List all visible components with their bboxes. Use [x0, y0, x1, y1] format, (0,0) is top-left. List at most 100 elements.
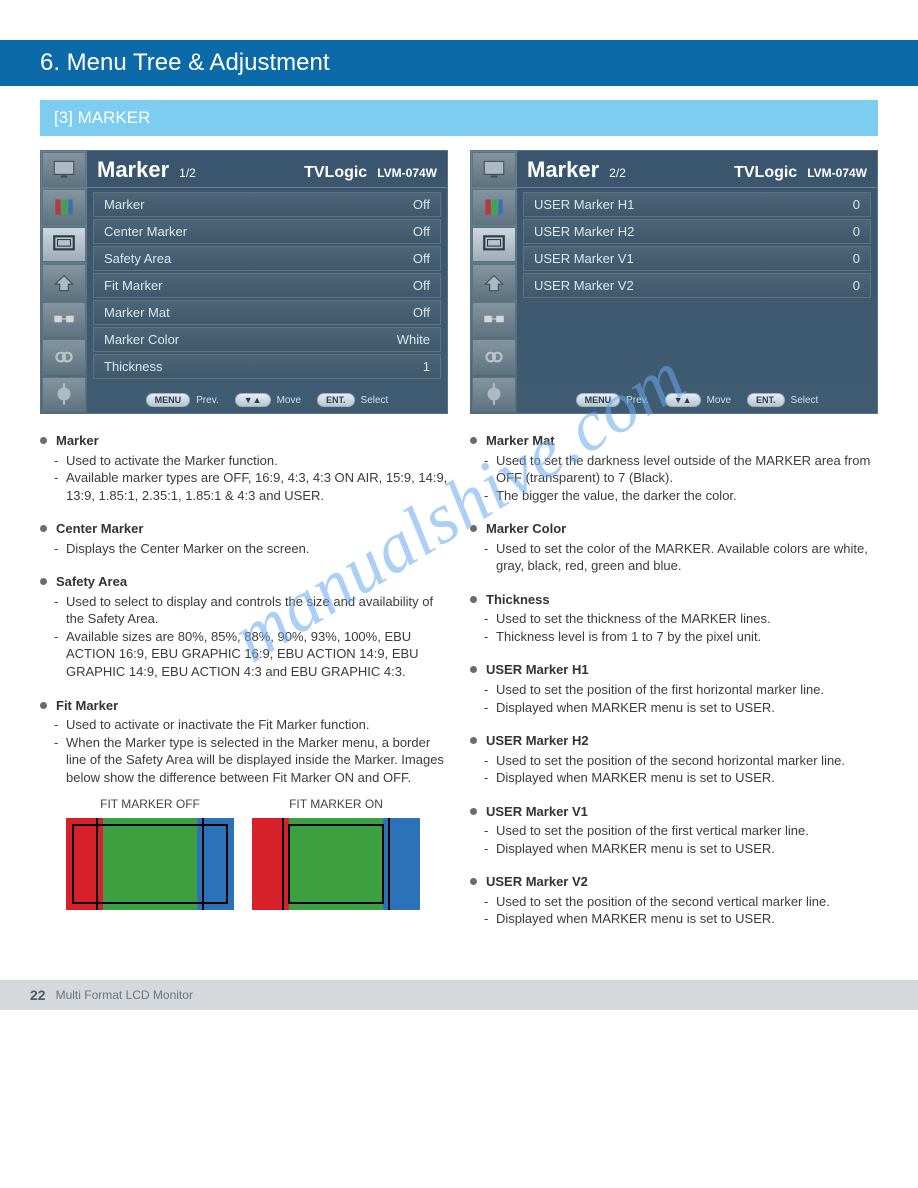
osd-row-label: USER Marker H2 [534, 224, 634, 239]
osd-page-indicator: 2/2 [609, 166, 626, 180]
osd-row-marker[interactable]: Marker Off [93, 192, 441, 217]
osd-row-value: Off [413, 251, 430, 266]
section-banner: 6. Menu Tree & Adjustment [0, 40, 918, 86]
osd-screenshot-marker-1: Marker 1/2 TVLogic LVM-074W Marker Off Ce… [40, 150, 448, 414]
osd-header: Marker 1/2 TVLogic LVM-074W [87, 151, 447, 188]
osd-title: Marker [97, 157, 169, 183]
marker-icon-active [472, 227, 516, 262]
item-title: Safety Area [56, 573, 448, 591]
link-icon [472, 339, 516, 374]
fit-off-label: FIT MARKER OFF [100, 796, 200, 812]
item-marker: Marker Used to activate the Marker funct… [40, 432, 448, 504]
osd-sidebar [471, 151, 517, 413]
osd-row-label: USER Marker V2 [534, 278, 634, 293]
gpi-icon [472, 264, 516, 299]
hint-select: ENT.Select [317, 393, 388, 407]
osd-row-label: Center Marker [104, 224, 187, 239]
osd-row-label: Thickness [104, 359, 163, 374]
osd-row-value: White [397, 332, 430, 347]
osd-header: Marker 2/2 TVLogic LVM-074W [517, 151, 877, 188]
osd-brand: TVLogic [304, 164, 367, 182]
osd-row-value: 0 [853, 251, 860, 266]
item-user-h1: USER Marker H1 Used to set the position … [470, 661, 878, 716]
banner-title: 6. Menu Tree & Adjustment [40, 49, 330, 76]
osd-row-marker-mat[interactable]: Marker Mat Off [93, 300, 441, 325]
footer-text: Multi Format LCD Monitor [56, 988, 193, 1002]
osd-row-user-v2[interactable]: USER Marker V2 0 [523, 273, 871, 298]
item-title: USER Marker H1 [486, 661, 878, 679]
item-title: Marker Mat [486, 432, 878, 450]
item-title: Fit Marker [56, 697, 448, 715]
osd-row-fit-marker[interactable]: Fit Marker Off [93, 273, 441, 298]
osd-model: LVM-074W [807, 166, 867, 180]
osd-row-user-v1[interactable]: USER Marker V1 0 [523, 246, 871, 271]
osd-row-user-h2[interactable]: USER Marker H2 0 [523, 219, 871, 244]
item-fit-marker: Fit Marker Used to activate or inactivat… [40, 697, 448, 911]
left-item-list: Marker Used to activate the Marker funct… [40, 432, 448, 910]
item-user-v1: USER Marker V1 Used to set the position … [470, 803, 878, 858]
item-marker-color: Marker Color Used to set the color of th… [470, 520, 878, 575]
item-title: Marker [56, 432, 448, 450]
osd-row-value: 0 [853, 224, 860, 239]
item-title: Thickness [486, 591, 878, 609]
osd-row-label: Fit Marker [104, 278, 163, 293]
osd-row-thickness[interactable]: Thickness 1 [93, 354, 441, 379]
monitor-icon [472, 152, 516, 187]
osd-sidebar [41, 151, 87, 413]
osd-row-safety-area[interactable]: Safety Area Off [93, 246, 441, 271]
item-title: USER Marker V1 [486, 803, 878, 821]
settings-icon [42, 377, 86, 412]
right-item-list: Marker Mat Used to set the darkness leve… [470, 432, 878, 928]
osd-row-value: 0 [853, 278, 860, 293]
osd-row-label: Safety Area [104, 251, 171, 266]
osd-title: Marker [527, 157, 599, 183]
osd-footer-hints: MENUPrev. ▼▲Move ENT.Select [87, 389, 447, 413]
osd-model: LVM-074W [377, 166, 437, 180]
link-icon [42, 339, 86, 374]
item-safety-area: Safety Area Used to select to display an… [40, 573, 448, 680]
osd-row-label: Marker Mat [104, 305, 170, 320]
marker-icon-active [42, 227, 86, 262]
fit-on-label: FIT MARKER ON [289, 796, 383, 812]
osd-row-label: Marker Color [104, 332, 179, 347]
osd-row-label: Marker [104, 197, 144, 212]
subsection-bar: [3] MARKER [40, 100, 878, 136]
item-title: USER Marker V2 [486, 873, 878, 891]
osd-screenshot-marker-2: Marker 2/2 TVLogic LVM-074W USER Marker … [470, 150, 878, 414]
fit-on-diagram [252, 818, 420, 910]
palette-icon [42, 189, 86, 224]
convert-icon [42, 302, 86, 337]
osd-row-value: Off [413, 197, 430, 212]
hint-prev: MENUPrev. [146, 393, 219, 407]
osd-row-marker-color[interactable]: Marker Color White [93, 327, 441, 352]
item-title: Marker Color [486, 520, 878, 538]
item-user-h2: USER Marker H2 Used to set the position … [470, 732, 878, 787]
settings-icon [472, 377, 516, 412]
monitor-icon [42, 152, 86, 187]
fit-marker-diagrams: FIT MARKER OFF FIT MARKER ON [56, 796, 448, 910]
osd-brand: TVLogic [734, 164, 797, 182]
gpi-icon [42, 264, 86, 299]
hint-select: ENT.Select [747, 393, 818, 407]
osd-row-value: 0 [853, 197, 860, 212]
fit-off-diagram [66, 818, 234, 910]
item-title: Center Marker [56, 520, 448, 538]
item-title: USER Marker H2 [486, 732, 878, 750]
osd-page-indicator: 1/2 [179, 166, 196, 180]
item-center-marker: Center Marker Displays the Center Marker… [40, 520, 448, 557]
osd-row-center-marker[interactable]: Center MarkerOff [93, 219, 441, 244]
osd-row-label: USER Marker V1 [534, 251, 634, 266]
page-number: 22 [30, 987, 46, 1003]
osd-row-value: Off [413, 278, 430, 293]
hint-move: ▼▲Move [235, 393, 301, 407]
osd-row-value: Off [413, 305, 430, 320]
page-footer: 22 Multi Format LCD Monitor [0, 980, 918, 1010]
osd-row-user-h1[interactable]: USER Marker H1 0 [523, 192, 871, 217]
item-marker-mat: Marker Mat Used to set the darkness leve… [470, 432, 878, 504]
osd-row-label: USER Marker H1 [534, 197, 634, 212]
osd-footer-hints: MENUPrev. ▼▲Move ENT.Select [517, 389, 877, 413]
item-user-v2: USER Marker V2 Used to set the position … [470, 873, 878, 928]
hint-prev: MENUPrev. [576, 393, 649, 407]
osd-row-value: 1 [423, 359, 430, 374]
convert-icon [472, 302, 516, 337]
